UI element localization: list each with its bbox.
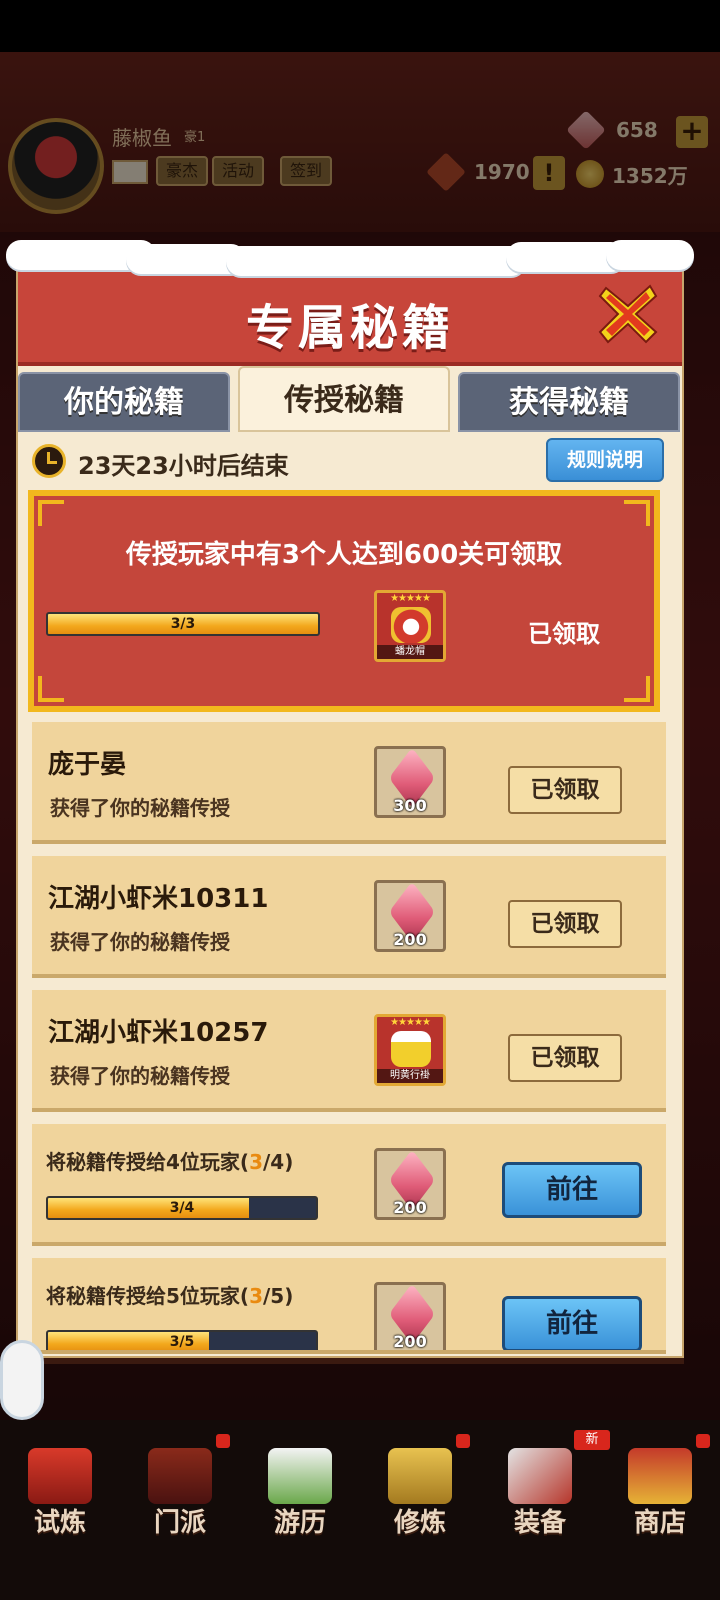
shop-icon	[628, 1448, 692, 1504]
go-button[interactable]: 前往	[502, 1296, 642, 1350]
reward-quantity: 200	[393, 1332, 427, 1351]
reward-item[interactable]: 200	[374, 1282, 446, 1351]
tab-your-manuals[interactable]: 你的秘籍	[18, 372, 230, 432]
nav-label: 商店	[633, 1508, 686, 1538]
progress-label: 3/3	[170, 616, 196, 632]
claimed-button[interactable]: 已领取	[508, 766, 622, 814]
task-prefix: 将秘籍传授给4位玩家(	[46, 1150, 250, 1174]
main-quest-progress-bar: 3/3	[46, 612, 320, 636]
notification-dot	[456, 1434, 470, 1448]
nav-trial[interactable]: 试炼	[2, 1440, 118, 1540]
sect-gate-icon	[148, 1448, 212, 1504]
mascot-icon[interactable]	[0, 1340, 44, 1420]
modal-title: 专属秘籍	[245, 300, 454, 356]
reward-item[interactable]: 300	[374, 746, 446, 818]
task-current: 3	[249, 1150, 263, 1174]
task-item: 将秘籍传授给4位玩家(3/4) 3/4 200 前往	[32, 1124, 666, 1246]
task-progress-bar: 3/5	[46, 1330, 318, 1350]
new-badge: 新	[574, 1430, 610, 1450]
tab-obtained-manuals[interactable]: 获得秘籍	[458, 372, 680, 432]
reward-quantity: 200	[393, 1198, 427, 1217]
reward-quantity: 200	[393, 930, 427, 949]
nav-travel[interactable]: 游历	[242, 1440, 358, 1540]
book-icon	[388, 1448, 452, 1504]
go-button[interactable]: 前往	[502, 1162, 642, 1218]
tab-teach-manuals[interactable]: 传授秘籍	[238, 366, 450, 432]
notification-dot	[696, 1434, 710, 1448]
nav-cultivate[interactable]: 修炼	[362, 1434, 478, 1540]
nav-label: 装备	[513, 1508, 566, 1538]
reward-name: 蟠龙帽	[377, 645, 443, 659]
nav-label: 试炼	[33, 1508, 86, 1538]
close-icon[interactable]	[596, 282, 660, 346]
nav-equipment[interactable]: 装备	[482, 1440, 598, 1540]
tab-bar: 你的秘籍 传授秘籍 获得秘籍	[18, 366, 682, 432]
star-icon: ★★★★★	[390, 1017, 431, 1028]
player-name: 江湖小虾米10257	[48, 1018, 269, 1048]
claimed-button[interactable]: 已领取	[508, 900, 622, 948]
task-suffix: /4)	[262, 1150, 294, 1174]
task-current: 3	[249, 1284, 263, 1308]
timer-text: 23天23小时后结束	[78, 452, 289, 480]
main-quest-panel: 传授玩家中有3个人达到600关可领取 3/3 ★★★★★ 蟠龙帽 已领取	[28, 490, 660, 712]
yellow-robe-icon	[391, 1031, 431, 1067]
nav-label: 游历	[273, 1508, 326, 1538]
player-name: 庞于晏	[48, 750, 127, 780]
reward-item[interactable]: 200	[374, 1148, 446, 1220]
modal-header: 专属秘籍	[18, 270, 682, 366]
star-icon: ★★★★★	[390, 593, 431, 604]
task-suffix: /5)	[262, 1284, 294, 1308]
row-description: 获得了你的秘籍传授	[50, 796, 230, 820]
dragon-hat-icon	[391, 607, 431, 643]
nav-label: 门派	[153, 1508, 206, 1538]
sword-icon	[508, 1448, 572, 1504]
corner-ornament	[38, 676, 64, 702]
reward-item[interactable]: ★★★★★ 蟠龙帽	[374, 590, 446, 662]
notification-dot	[216, 1434, 230, 1448]
task-progress-bar: 3/4	[46, 1196, 318, 1220]
nav-shop[interactable]: 商店	[602, 1434, 718, 1540]
row-description: 获得了你的秘籍传授	[50, 930, 230, 954]
corner-ornament	[38, 500, 64, 526]
reward-item[interactable]: ★★★★★ 明黄行褂	[374, 1014, 446, 1086]
main-quest-status: 已领取	[528, 620, 600, 648]
reward-item[interactable]: 200	[374, 880, 446, 952]
travel-cloud-icon	[268, 1448, 332, 1504]
reward-quantity: 300	[393, 796, 427, 815]
progress-label: 3/4	[169, 1200, 195, 1216]
list-item: 庞于晏 获得了你的秘籍传授 300 已领取	[32, 722, 666, 844]
secret-manual-modal: 专属秘籍 你的秘籍 传授秘籍 获得秘籍 23天23小时后结束 规则说明 传授玩家…	[16, 246, 684, 1358]
player-name: 江湖小虾米10311	[48, 884, 269, 914]
nav-sect[interactable]: 门派	[122, 1434, 238, 1540]
clock-icon	[32, 444, 66, 478]
nav-label: 修炼	[393, 1508, 446, 1538]
task-title: 将秘籍传授给4位玩家(3/4)	[46, 1146, 293, 1175]
rules-button[interactable]: 规则说明	[546, 438, 664, 482]
reward-name: 明黄行褂	[377, 1069, 443, 1083]
claimed-button[interactable]: 已领取	[508, 1034, 622, 1082]
bottom-nav: 试炼 门派 游历 修炼 装备 商店	[0, 1434, 720, 1540]
task-prefix: 将秘籍传授给5位玩家(	[46, 1284, 250, 1308]
list-item: 江湖小虾米10311 获得了你的秘籍传授 200 已领取	[32, 856, 666, 978]
corner-ornament	[624, 676, 650, 702]
task-item: 将秘籍传授给5位玩家(3/5) 3/5 200 前往	[32, 1258, 666, 1354]
task-title: 将秘籍传授给5位玩家(3/5)	[46, 1280, 293, 1309]
corner-ornament	[624, 500, 650, 526]
main-quest-title: 传授玩家中有3个人达到600关可领取	[125, 540, 563, 570]
row-description: 获得了你的秘籍传授	[50, 1064, 230, 1088]
snow-decoration	[6, 240, 694, 276]
progress-label: 3/5	[169, 1334, 195, 1350]
trial-icon	[28, 1448, 92, 1504]
status-bar	[0, 0, 720, 52]
list-item: 江湖小虾米10257 获得了你的秘籍传授 ★★★★★ 明黄行褂 已领取	[32, 990, 666, 1112]
